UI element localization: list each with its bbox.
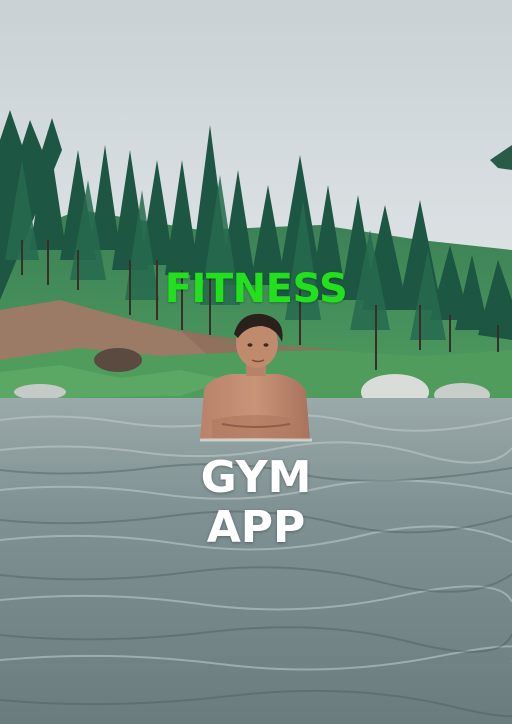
background-photo [0,0,512,724]
title-app: APP [206,502,306,553]
headline-fitness: FITNESS [164,266,348,312]
title-gym: GYM [200,452,312,503]
poster: FITNESS GYM APP [0,0,512,724]
